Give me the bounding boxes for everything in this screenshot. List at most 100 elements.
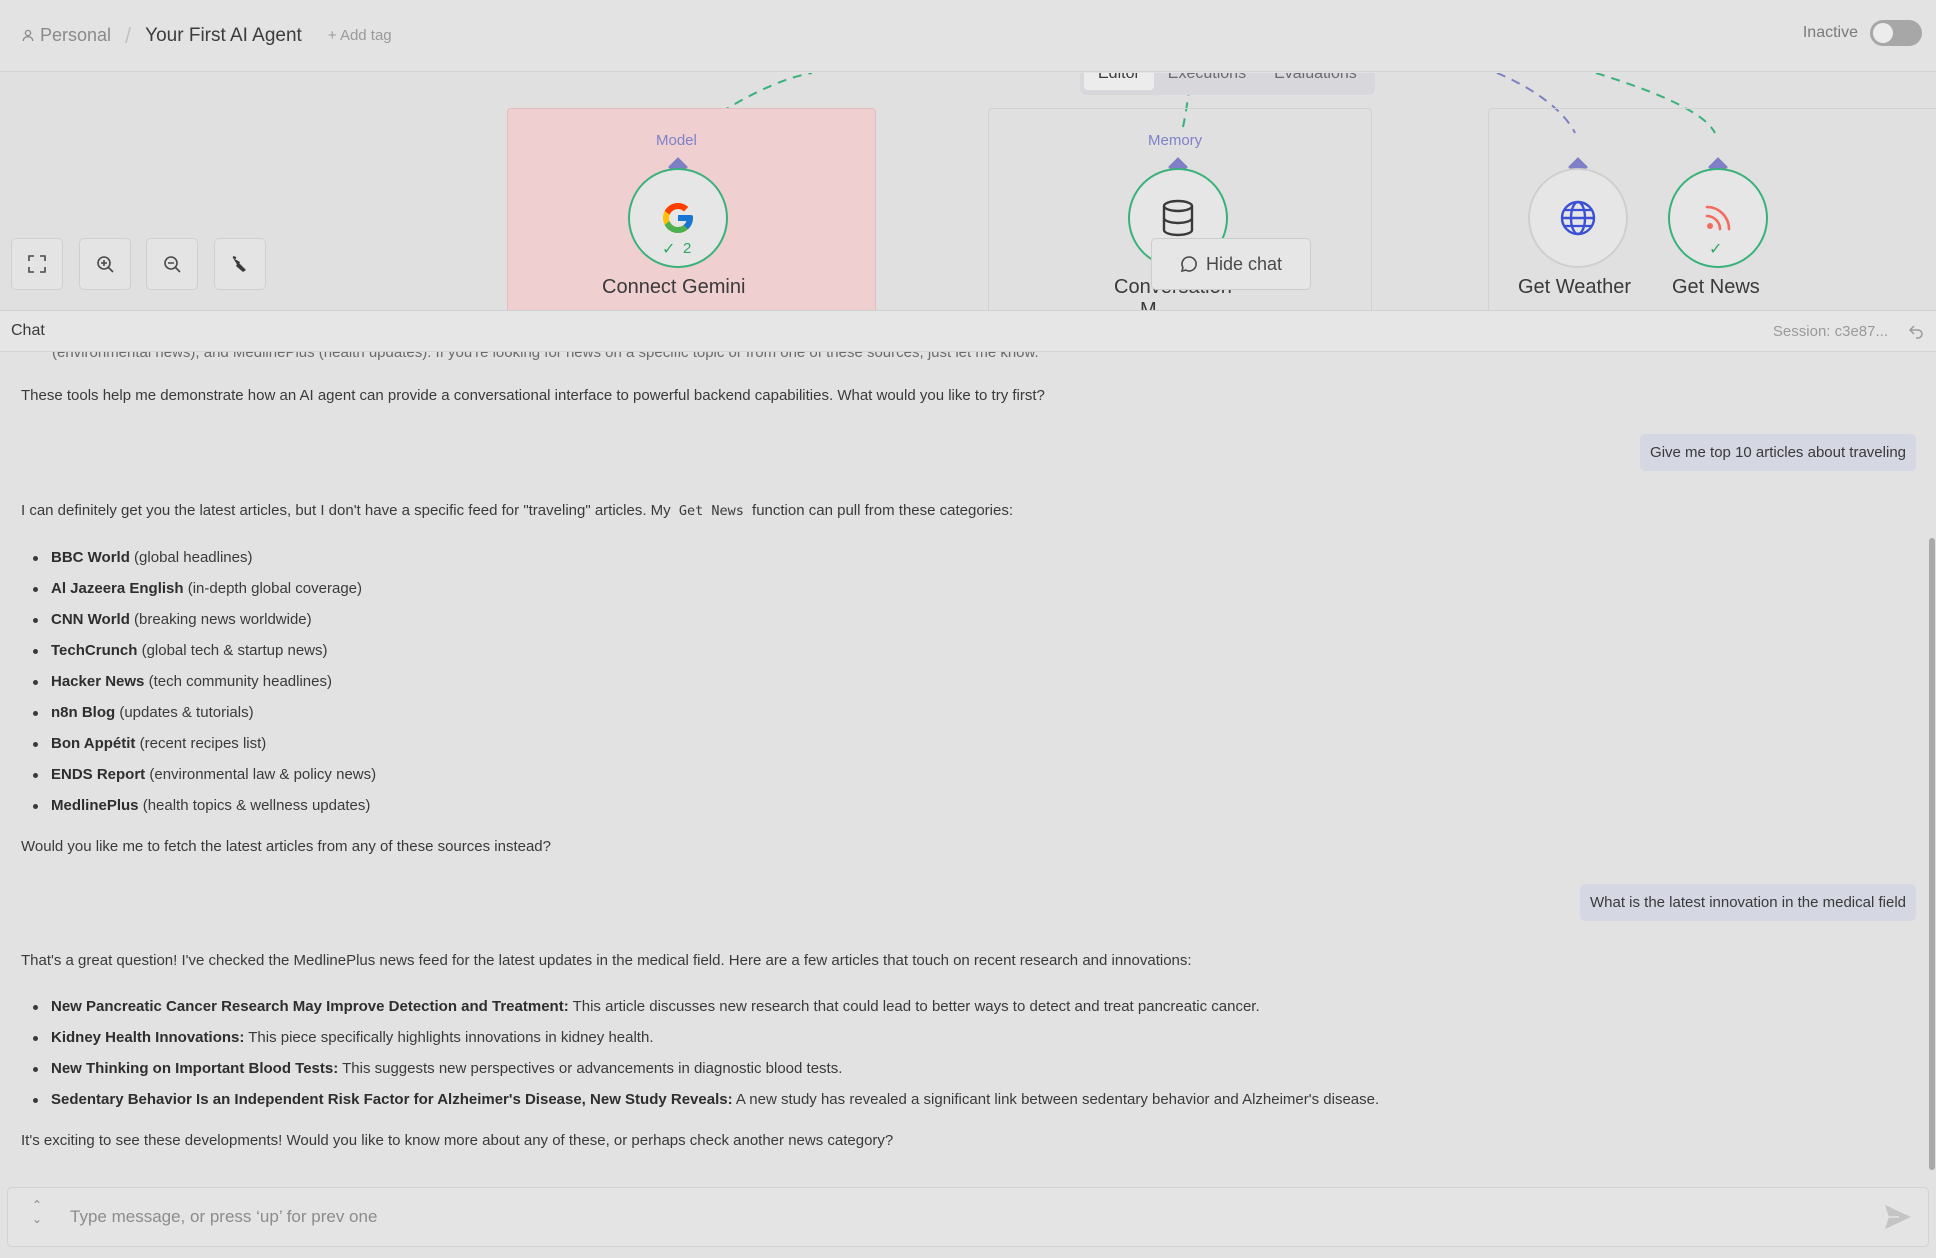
gemini-run-count: 2 <box>683 240 692 257</box>
reply-1-code: Get News <box>678 503 744 519</box>
bot-message-reply-1-end: Would you like me to fetch the latest ar… <box>21 838 551 855</box>
tab-executions[interactable]: Executions <box>1154 73 1260 90</box>
list-item: Hacker News (tech community headlines) <box>33 673 332 690</box>
top-header: Personal / Your First AI Agent + Add tag… <box>0 0 1936 72</box>
source-name: ENDS Report <box>51 766 146 783</box>
list-item: Kidney Health Innovations: This piece sp… <box>33 1029 653 1046</box>
article-desc: A new study has revealed a significant l… <box>732 1091 1380 1108</box>
chat-header: Chat Session: c3e87... <box>0 310 1936 352</box>
article-desc: This piece specifically highlights innov… <box>244 1029 654 1046</box>
zoom-out-button[interactable] <box>146 238 198 290</box>
list-item: MedlinePlus (health topics & wellness up… <box>33 797 370 814</box>
source-name: Bon Appétit <box>51 735 136 752</box>
article-desc: This article discusses new research that… <box>568 998 1260 1015</box>
bot-message-intro-tail: These tools help me demonstrate how an A… <box>21 387 1045 404</box>
active-toggle[interactable] <box>1870 20 1922 46</box>
add-tag-button[interactable]: + Add tag <box>328 27 392 44</box>
chat-bubble-icon <box>1180 256 1197 273</box>
tidy-up-button[interactable] <box>214 238 266 290</box>
list-item: New Pancreatic Cancer Research May Impro… <box>33 998 1260 1015</box>
list-item: Sedentary Behavior Is an Independent Ris… <box>33 1091 1379 1108</box>
globe-icon <box>1560 200 1596 236</box>
tab-editor[interactable]: Editor <box>1084 73 1154 90</box>
gemini-success-check-icon: ✓ <box>662 241 676 258</box>
weather-node[interactable] <box>1528 168 1628 268</box>
article-title: Kidney Health Innovations: <box>51 1029 245 1046</box>
reply-1-pre: I can definitely get you the latest arti… <box>21 502 675 519</box>
user-message-2: What is the latest innovation in the med… <box>1579 884 1916 921</box>
bot-message-reply-2-end: It's exciting to see these developments!… <box>21 1132 894 1149</box>
source-name: TechCrunch <box>51 642 138 659</box>
model-port-label: Model <box>656 132 697 149</box>
article-title: Sedentary Behavior Is an Independent Ris… <box>51 1091 733 1108</box>
workflow-title[interactable]: Your First AI Agent <box>145 25 302 47</box>
bot-message-clipped: (environmental news), and MedlinePlus (h… <box>52 352 1039 361</box>
source-name: MedlinePlus <box>51 797 139 814</box>
source-name: CNN World <box>51 611 130 628</box>
list-item: Al Jazeera English (in-depth global cove… <box>33 580 362 597</box>
session-id[interactable]: Session: c3e87... <box>1773 323 1888 340</box>
source-name: Hacker News <box>51 673 145 690</box>
database-icon <box>1162 199 1194 237</box>
source-desc: (health topics & wellness updates) <box>138 797 371 814</box>
list-item: n8n Blog (updates & tutorials) <box>33 704 254 721</box>
google-icon <box>663 203 693 233</box>
zoom-in-button[interactable] <box>79 238 131 290</box>
breadcrumb-personal-label: Personal <box>40 25 112 45</box>
source-name: BBC World <box>51 549 130 566</box>
memory-port-label: Memory <box>1148 132 1203 149</box>
article-desc: This suggests new perspectives or advanc… <box>338 1060 843 1077</box>
chat-message-input[interactable] <box>70 1200 1850 1234</box>
chat-scrollbar-thumb[interactable] <box>1929 538 1935 1170</box>
status-label: Inactive <box>1802 24 1858 41</box>
list-item: BBC World (global headlines) <box>33 549 252 566</box>
chat-title: Chat <box>11 322 45 339</box>
hide-chat-label: Hide chat <box>1205 253 1283 274</box>
user-icon <box>22 29 34 42</box>
chat-input-container: ⌃ ⌄ <box>7 1187 1929 1247</box>
activation-control: Inactive <box>1803 20 1922 46</box>
list-item: CNN World (breaking news worldwide) <box>33 611 312 628</box>
source-desc: (breaking news worldwide) <box>129 611 312 628</box>
hide-chat-button[interactable]: Hide chat <box>1151 238 1311 290</box>
view-tabs: Editor Executions Evaluations <box>1080 73 1375 95</box>
chat-messages[interactable]: (environmental news), and MedlinePlus (h… <box>0 352 1928 1188</box>
list-item: New Thinking on Important Blood Tests: T… <box>33 1060 842 1077</box>
zoom-in-icon <box>97 256 114 273</box>
source-desc: (global tech & startup news) <box>137 642 328 659</box>
list-item: TechCrunch (global tech & startup news) <box>33 642 328 659</box>
source-desc: (environmental law & policy news) <box>145 766 377 783</box>
reset-session-icon[interactable] <box>1908 323 1924 339</box>
bot-message-reply-1: I can definitely get you the latest arti… <box>21 502 1013 519</box>
news-node-title: Get News <box>1672 276 1760 298</box>
gemini-node[interactable] <box>628 168 728 268</box>
breadcrumb-separator: / <box>125 22 132 48</box>
memory-node-title-overflow: M <box>1140 299 1157 310</box>
source-name: Al Jazeera English <box>51 580 184 597</box>
toggle-knob <box>1873 23 1893 43</box>
rss-icon <box>1705 205 1731 231</box>
article-title: New Pancreatic Cancer Research May Impro… <box>51 998 569 1015</box>
gemini-node-title: Connect Gemini <box>602 276 746 298</box>
bot-message-reply-2-intro: That's a great question! I've checked th… <box>21 952 1192 969</box>
news-success-check-icon: ✓ <box>1709 241 1723 258</box>
user-message-1: Give me top 10 articles about traveling <box>1640 434 1916 471</box>
workflow-canvas[interactable]: Editor Executions Evaluations Model ✓ 2 … <box>0 73 1936 310</box>
list-item: Bon Appétit (recent recipes list) <box>33 735 266 752</box>
history-arrows-icon[interactable]: ⌃ ⌄ <box>32 1198 42 1226</box>
article-title: New Thinking on Important Blood Tests: <box>51 1060 339 1077</box>
broom-icon <box>232 256 246 272</box>
fit-view-button[interactable] <box>11 238 63 290</box>
tab-evaluations[interactable]: Evaluations <box>1260 73 1371 90</box>
breadcrumb-personal[interactable]: Personal <box>22 25 111 46</box>
fullscreen-icon <box>28 255 46 273</box>
source-desc: (in-depth global coverage) <box>183 580 363 597</box>
list-item: ENDS Report (environmental law & policy … <box>33 766 376 783</box>
send-icon[interactable] <box>1884 1204 1912 1230</box>
source-desc: (global headlines) <box>129 549 253 566</box>
reply-1-post: function can pull from these categories: <box>747 502 1014 519</box>
weather-node-title: Get Weather <box>1518 276 1632 298</box>
source-name: n8n Blog <box>51 704 116 721</box>
source-desc: (recent recipes list) <box>135 735 267 752</box>
source-desc: (tech community headlines) <box>144 673 332 690</box>
